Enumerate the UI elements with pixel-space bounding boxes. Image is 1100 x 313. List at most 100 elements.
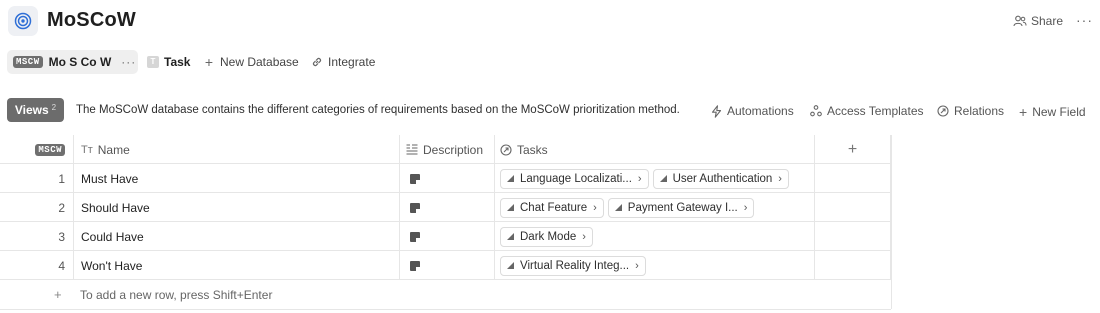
document-icon[interactable] (410, 231, 420, 242)
views-button[interactable]: Views 2 (7, 98, 64, 122)
task-chip[interactable]: User Authentication › (652, 168, 789, 189)
task-status-icon (507, 233, 514, 240)
add-column-button[interactable]: + (815, 135, 891, 164)
text-type-icon: Tт (81, 143, 93, 156)
templates-icon (810, 105, 822, 117)
database-description: The MoSCoW database contains the differe… (76, 104, 680, 116)
new-database-button[interactable]: + New Database (203, 54, 299, 70)
table-right-border (891, 135, 892, 309)
page-title: MoSCoW (47, 9, 136, 31)
name-column-header[interactable]: Tт Name (74, 135, 400, 164)
integrate-button[interactable]: Integrate (311, 55, 375, 69)
new-field-button[interactable]: + New Field (1019, 104, 1086, 120)
add-row[interactable]: + To add a new row, press Shift+Enter (0, 280, 891, 309)
add-row-plus-icon[interactable]: + (54, 287, 62, 302)
add-row-hint: To add a new row, press Shift+Enter (80, 288, 273, 302)
share-button[interactable]: Share (1013, 14, 1063, 28)
task-icon: T (147, 56, 159, 68)
chevron-right-icon: › (593, 201, 597, 214)
tab-more-button[interactable]: ··· (121, 55, 136, 69)
share-label: Share (1031, 14, 1064, 28)
document-icon[interactable] (410, 202, 420, 213)
new-database-label: New Database (220, 55, 299, 69)
chevron-right-icon: › (637, 172, 642, 185)
tab-tag: MSCW (13, 56, 43, 68)
new-field-label: New Field (1032, 105, 1086, 119)
task-status-icon (614, 204, 622, 211)
access-templates-button[interactable]: Access Templates (810, 104, 924, 118)
views-label: Views (14, 103, 49, 117)
chevron-right-icon: › (635, 259, 639, 272)
database-tabs: MSCW Mo S Co W ··· T Task + New Database… (0, 48, 1100, 76)
row-name: Must Have (81, 171, 139, 186)
task-chip-label: Language Localizati... (520, 172, 632, 185)
row-index: 4 (0, 251, 74, 280)
index-column-header: MSCW (0, 135, 74, 164)
table-row[interactable]: 3 Could Have Dark Mode › (0, 222, 891, 251)
document-icon[interactable] (410, 173, 420, 184)
description-cell[interactable] (400, 193, 495, 222)
description-cell[interactable] (400, 164, 495, 193)
task-chip[interactable]: Dark Mode › (500, 226, 593, 247)
relations-button[interactable]: Relations (937, 104, 1004, 118)
name-cell[interactable]: Should Have (74, 193, 400, 222)
name-header-label: Name (97, 142, 130, 157)
toolbar: Views 2 The MoSCoW database contains the… (0, 98, 1100, 124)
automations-button[interactable]: Automations (711, 104, 794, 118)
task-status-icon (507, 204, 514, 211)
empty-cell (815, 164, 891, 193)
tasks-column-header[interactable]: Tasks (495, 135, 815, 164)
tasks-cell[interactable]: Language Localizati... › User Authentica… (495, 164, 815, 193)
integrate-label: Integrate (328, 55, 376, 69)
views-count: 2 (51, 102, 57, 112)
description-cell[interactable] (400, 251, 495, 280)
task-chip[interactable]: Language Localizati... › (500, 168, 649, 189)
row-index: 3 (0, 222, 74, 251)
empty-cell (815, 222, 891, 251)
access-templates-label: Access Templates (827, 104, 924, 118)
link-icon (312, 57, 322, 67)
app-logo-icon[interactable] (8, 6, 38, 36)
tasks-cell[interactable]: Dark Mode › (495, 222, 815, 251)
task-chip[interactable]: Chat Feature › (500, 197, 604, 218)
tab-moscow-label: Mo S Co W (48, 55, 112, 69)
task-chip-label: Payment Gateway I... (627, 201, 738, 214)
table-row[interactable]: 2 Should Have Chat Feature › Payment Gat… (0, 193, 891, 222)
description-cell[interactable] (400, 222, 495, 251)
task-chip-label: Dark Mode (520, 230, 577, 243)
header: MoSCoW Share ··· (0, 0, 1100, 44)
document-icon[interactable] (410, 260, 420, 271)
chevron-right-icon: › (582, 230, 586, 243)
description-header-label: Description (423, 142, 484, 157)
plus-icon: + (847, 140, 858, 158)
row-name: Should Have (81, 200, 150, 215)
task-chip-label: User Authentication (672, 172, 773, 185)
tasks-header-label: Tasks (517, 142, 548, 157)
index-tag: MSCW (35, 143, 65, 156)
table-row[interactable]: 4 Won't Have Virtual Reality Integ... › (0, 251, 891, 280)
task-chip[interactable]: Payment Gateway I... › (607, 197, 755, 218)
name-cell[interactable]: Must Have (74, 164, 400, 193)
relations-icon (937, 105, 949, 117)
task-status-icon (507, 175, 514, 182)
name-cell[interactable]: Could Have (74, 222, 400, 251)
empty-cell (815, 251, 891, 280)
task-chip-label: Chat Feature (520, 201, 588, 214)
tasks-cell[interactable]: Virtual Reality Integ... › (495, 251, 815, 280)
tab-task[interactable]: T Task (147, 55, 190, 69)
name-cell[interactable]: Won't Have (74, 251, 400, 280)
users-icon (1013, 15, 1027, 27)
relations-label: Relations (954, 104, 1005, 118)
target-icon (14, 12, 32, 30)
tasks-cell[interactable]: Chat Feature › Payment Gateway I... › (495, 193, 815, 222)
table-bottom-border (0, 309, 891, 310)
task-status-icon (507, 262, 514, 269)
tab-task-label: Task (164, 55, 191, 69)
table-header-row: MSCW Tт Name Description Tasks + (0, 135, 891, 164)
task-chip[interactable]: Virtual Reality Integ... › (500, 255, 646, 276)
description-column-header[interactable]: Description (400, 135, 495, 164)
tab-moscow[interactable]: MSCW Mo S Co W ··· (7, 50, 138, 74)
more-options-button[interactable]: ··· (1076, 12, 1093, 28)
lightning-icon (711, 104, 722, 118)
table-row[interactable]: 1 Must Have Language Localizati... › Use… (0, 164, 891, 193)
